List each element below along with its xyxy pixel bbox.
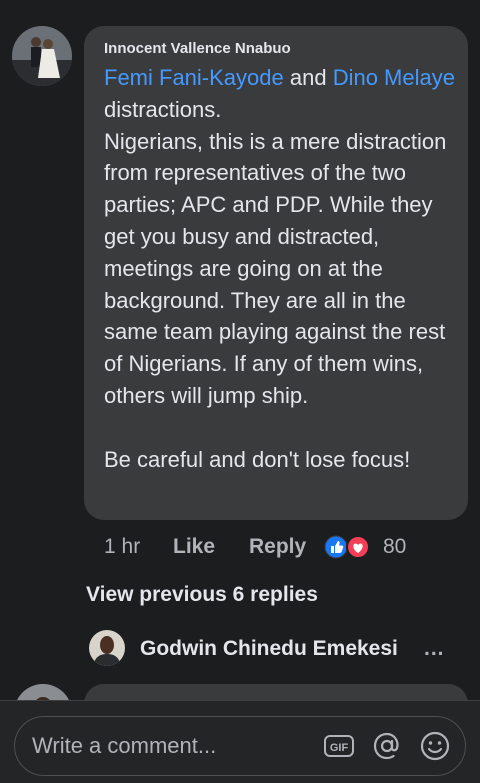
mention-icon[interactable] (370, 729, 404, 763)
reply-author-avatar[interactable] (89, 630, 125, 666)
like-reaction-icon (324, 535, 348, 559)
comment-timestamp: 1 hr (104, 535, 141, 558)
mention-link[interactable]: Femi Fani-Kayode (104, 65, 284, 90)
view-previous-replies-link[interactable]: View previous 6 replies (86, 580, 318, 610)
reaction-count[interactable]: 80 (383, 532, 406, 562)
love-reaction-icon (346, 535, 370, 559)
reply-author-name[interactable]: Godwin Chinedu Emekesi (140, 634, 398, 664)
comment-body: Femi Fani-Kayode and Dino Melaye distrac… (104, 62, 456, 475)
commenter-avatar[interactable] (12, 26, 72, 86)
reaction-summary[interactable] (324, 535, 372, 559)
reply-button[interactable]: Reply (249, 532, 306, 562)
mention-joiner: and (283, 65, 333, 90)
like-button[interactable]: Like (173, 532, 215, 562)
comment-input-placeholder[interactable]: Write a comment... (32, 732, 216, 760)
comment-text: distractions. Nigerians, this is a mere … (104, 96, 447, 472)
svg-text:GIF: GIF (330, 742, 349, 754)
emoji-icon[interactable] (418, 729, 452, 763)
mention-link[interactable]: Dino Melaye (333, 65, 455, 90)
gif-icon[interactable]: GIF (322, 729, 356, 763)
comment-author[interactable]: Innocent Vallence Nnabuo (104, 40, 291, 57)
more-indicator: ... (424, 637, 445, 660)
